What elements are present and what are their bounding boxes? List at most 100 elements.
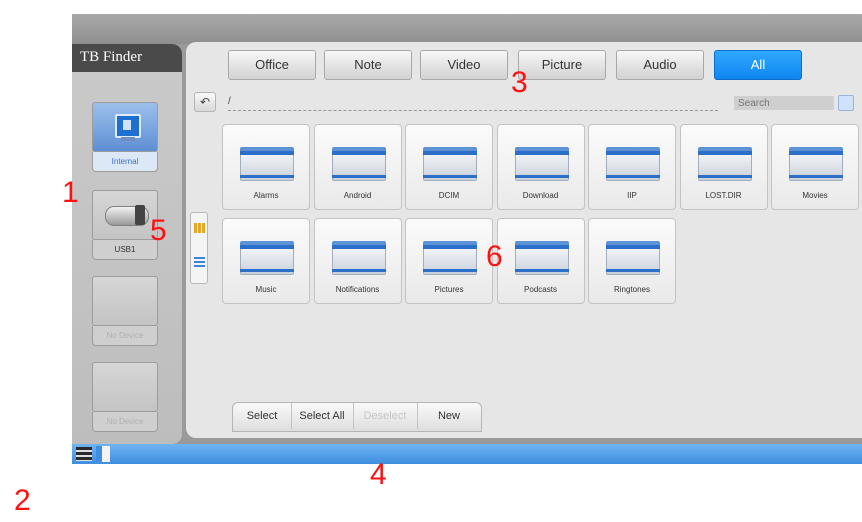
callout-2: 2 bbox=[14, 484, 31, 517]
folder-item[interactable]: LOST.DIR bbox=[679, 124, 768, 210]
menu-icon[interactable] bbox=[76, 447, 92, 461]
folder-name: Notifications bbox=[335, 285, 380, 294]
monitor-stand bbox=[121, 137, 135, 141]
folder-band bbox=[240, 175, 294, 178]
top-bar bbox=[72, 14, 862, 44]
folder-band bbox=[606, 151, 660, 155]
folder-item[interactable]: Pictures bbox=[405, 218, 493, 304]
device-slot-empty: No Device bbox=[92, 276, 158, 346]
main-panel: Office Note Video Picture Audio All ↶ / … bbox=[186, 42, 862, 438]
folder-band bbox=[423, 269, 477, 272]
action-bar: Select Select All Deselect New bbox=[232, 402, 482, 432]
folder-band bbox=[240, 245, 294, 249]
device-icon-box bbox=[92, 276, 158, 326]
folder-item[interactable]: IIP bbox=[588, 124, 676, 210]
folder-icon bbox=[423, 147, 477, 181]
folder-icon bbox=[514, 241, 569, 275]
callout-3: 3 bbox=[511, 66, 528, 99]
device-icon-box bbox=[92, 362, 158, 412]
folder-band bbox=[514, 269, 569, 272]
status-bar bbox=[72, 444, 862, 464]
tab-note[interactable]: Note bbox=[324, 50, 412, 80]
folder-band bbox=[331, 175, 386, 178]
current-path: / bbox=[228, 96, 231, 107]
tab-video[interactable]: Video bbox=[420, 50, 508, 80]
folder-icon bbox=[606, 241, 660, 275]
folder-band bbox=[331, 269, 386, 272]
app-screen: TB Finder Internal USB1 No Device No Dev… bbox=[72, 14, 862, 464]
select-button[interactable]: Select bbox=[233, 403, 292, 429]
folder-item[interactable]: Music bbox=[222, 218, 310, 304]
folder-band bbox=[606, 245, 660, 249]
list-view-icon[interactable] bbox=[194, 257, 205, 267]
folder-icon bbox=[331, 241, 386, 275]
device-internal[interactable]: Internal bbox=[92, 102, 158, 172]
tab-picture[interactable]: Picture bbox=[518, 50, 606, 80]
device-icon-box bbox=[92, 102, 158, 152]
folder-name: Podcasts bbox=[524, 285, 557, 294]
folder-band bbox=[331, 245, 386, 249]
folder-band bbox=[240, 151, 294, 155]
folder-band bbox=[789, 151, 843, 155]
folder-name: Movies bbox=[802, 191, 828, 200]
device-label: Internal bbox=[92, 152, 158, 172]
deselect-button[interactable]: Deselect bbox=[353, 403, 418, 429]
select-all-button[interactable]: Select All bbox=[291, 403, 354, 429]
callout-1: 1 bbox=[62, 176, 79, 209]
view-toggle bbox=[190, 212, 208, 284]
device-label: USB1 bbox=[92, 240, 158, 260]
folder-band bbox=[423, 151, 477, 155]
folder-item[interactable]: Download bbox=[496, 124, 585, 210]
folder-item[interactable]: Movies bbox=[771, 124, 859, 210]
folder-name: Download bbox=[522, 191, 559, 200]
search-input[interactable] bbox=[734, 96, 834, 110]
folder-band bbox=[331, 151, 386, 155]
tab-all[interactable]: All bbox=[714, 50, 802, 80]
search-icon[interactable] bbox=[838, 95, 854, 111]
folder-band bbox=[789, 175, 843, 178]
new-button[interactable]: New bbox=[417, 403, 481, 429]
folder-icon bbox=[423, 241, 477, 275]
tab-office[interactable]: Office bbox=[228, 50, 316, 80]
device-slot-empty: No Device bbox=[92, 362, 158, 432]
sidebar-title: TB Finder bbox=[72, 44, 182, 72]
folder-item[interactable]: Podcasts bbox=[496, 218, 585, 304]
folder-name: LOST.DIR bbox=[705, 191, 742, 200]
folder-band bbox=[606, 269, 660, 272]
back-arrow-icon[interactable]: ↶ bbox=[194, 92, 216, 112]
folder-icon bbox=[331, 147, 386, 181]
folder-name: IIP bbox=[627, 191, 637, 200]
device-panel: Internal USB1 No Device No Device bbox=[72, 72, 182, 444]
device-icon-box bbox=[92, 190, 158, 240]
usb-plug bbox=[135, 205, 145, 225]
folder-band bbox=[606, 175, 660, 178]
folder-name: Ringtones bbox=[613, 285, 651, 294]
folder-name: Alarms bbox=[253, 191, 279, 200]
grid-view-icon[interactable] bbox=[194, 223, 205, 233]
folder-band bbox=[423, 175, 477, 178]
folder-name: Music bbox=[255, 285, 277, 294]
folder-item[interactable]: DCIM bbox=[405, 124, 493, 210]
folder-band bbox=[514, 175, 569, 178]
device-usb1[interactable]: USB1 bbox=[92, 190, 158, 260]
folder-item[interactable]: Android bbox=[313, 124, 402, 210]
folder-icon bbox=[240, 147, 294, 181]
monitor-icon bbox=[115, 114, 141, 138]
folder-item[interactable]: Alarms bbox=[222, 124, 310, 210]
folder-icon bbox=[240, 241, 294, 275]
folder-icon bbox=[606, 147, 660, 181]
folder-name: Pictures bbox=[434, 285, 464, 294]
window-icon[interactable] bbox=[96, 446, 110, 462]
tab-audio[interactable]: Audio bbox=[616, 50, 704, 80]
folder-item[interactable]: Ringtones bbox=[588, 218, 676, 304]
device-label: No Device bbox=[92, 326, 158, 346]
folder-icon bbox=[514, 147, 569, 181]
folder-icon bbox=[697, 147, 752, 181]
callout-6: 6 bbox=[486, 240, 503, 273]
folder-band bbox=[514, 151, 569, 155]
folder-band bbox=[423, 245, 477, 249]
folder-band bbox=[514, 245, 569, 249]
folder-band bbox=[240, 269, 294, 272]
callout-4: 4 bbox=[370, 458, 387, 491]
folder-item[interactable]: Notifications bbox=[313, 218, 402, 304]
